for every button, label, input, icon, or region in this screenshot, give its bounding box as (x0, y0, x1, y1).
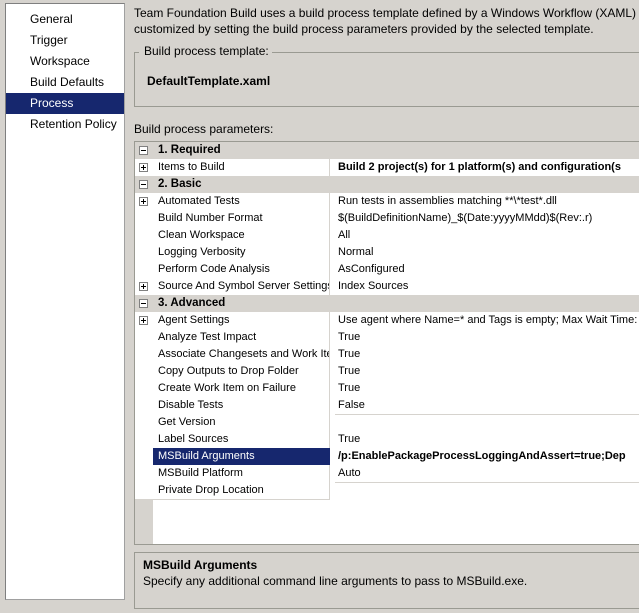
grid-property-row[interactable]: Automated Tests Run tests in assemblies m… (135, 193, 639, 211)
grid-row-value[interactable]: Auto (335, 465, 639, 483)
settings-nav-list: General Trigger Workspace Build Defaults Pro… (6, 9, 124, 135)
grid-property-row[interactable]: Logging Verbosity Normal (135, 244, 639, 262)
grid-row-name[interactable]: Get Version (153, 414, 330, 432)
collapse-minus-icon[interactable] (139, 180, 148, 189)
grid-property-row[interactable]: Get Version (135, 414, 639, 432)
grid-property-row[interactable]: Clean Workspace All (135, 227, 639, 245)
grid-row-value[interactable]: True (335, 329, 639, 347)
grid-property-row[interactable]: Items to Build Build 2 project(s) for 1 p… (135, 159, 639, 177)
intro-description: Team Foundation Build uses a build proce… (134, 5, 639, 37)
collapse-minus-icon[interactable] (139, 299, 148, 308)
collapse-minus-icon[interactable] (139, 146, 148, 155)
intro-line-2: customized by setting the build process … (134, 22, 594, 36)
grid-property-row[interactable]: Label Sources True (135, 431, 639, 449)
grid-property-row[interactable]: MSBuild Platform Auto (135, 465, 639, 483)
grid-row-value[interactable]: Normal (335, 244, 639, 262)
grid-category-row[interactable]: 3. Advanced (135, 295, 639, 312)
grid-property-row[interactable]: MSBuild Arguments/p:EnablePackageProcess… (135, 448, 639, 466)
property-description-pane: MSBuild Arguments Specify any additional… (134, 552, 639, 609)
grid-row-name[interactable]: Source And Symbol Server Settings (153, 278, 330, 296)
build-process-template-value[interactable]: DefaultTemplate.xaml (147, 74, 270, 88)
sidebar-item-build-defaults[interactable]: Build Defaults (6, 72, 124, 93)
grid-row-name[interactable]: Clean Workspace (153, 227, 330, 245)
grid-row-value[interactable]: $(BuildDefinitionName)_$(Date:yyyyMMdd)$… (335, 210, 639, 228)
expand-plus-icon[interactable] (139, 282, 148, 291)
grid-row-name[interactable]: Copy Outputs to Drop Folder (153, 363, 330, 381)
build-process-parameters-label: Build process parameters: (134, 122, 274, 136)
grid-row-value[interactable]: True (335, 380, 639, 398)
grid-row-name[interactable]: Perform Code Analysis (153, 261, 330, 279)
grid-property-row[interactable]: Private Drop Location (135, 482, 639, 500)
grid-row-name[interactable]: Agent Settings (153, 312, 330, 330)
process-content-pane: Team Foundation Build uses a build proce… (131, 0, 639, 613)
sidebar-item-workspace[interactable]: Workspace (6, 51, 124, 72)
grid-row-value[interactable]: Use agent where Name=* and Tags is empty… (335, 312, 639, 330)
grid-row-value[interactable]: False (335, 397, 639, 415)
grid-row-name[interactable]: Items to Build (153, 159, 330, 177)
grid-row-value[interactable]: Run tests in assemblies matching **\*tes… (335, 193, 639, 211)
grid-property-row[interactable]: Associate Changesets and Work Items True (135, 346, 639, 364)
expand-plus-icon[interactable] (139, 163, 148, 172)
grid-property-row[interactable]: Agent Settings Use agent where Name=* and… (135, 312, 639, 330)
intro-line-1: Team Foundation Build uses a build proce… (134, 6, 639, 20)
grid-property-row[interactable]: Perform Code Analysis AsConfigured (135, 261, 639, 279)
grid-property-row[interactable]: Source And Symbol Server Settings Index S… (135, 278, 639, 296)
grid-property-row[interactable]: Analyze Test Impact True (135, 329, 639, 347)
grid-row-value[interactable]: AsConfigured (335, 261, 639, 279)
grid-row-value[interactable]: Build 2 project(s) for 1 platform(s) and… (335, 159, 639, 177)
grid-row-name[interactable]: 1. Required (153, 142, 335, 159)
grid-row-value[interactable]: All (335, 227, 639, 245)
grid-row-value[interactable]: Index Sources (335, 278, 639, 296)
grid-category-row[interactable]: 1. Required (135, 142, 639, 159)
build-definition-process-page: General Trigger Workspace Build Defaults Pro… (0, 0, 639, 613)
grid-row-name[interactable]: Logging Verbosity (153, 244, 330, 262)
grid-row-name[interactable]: Analyze Test Impact (153, 329, 330, 347)
grid-row-value[interactable]: /p:EnablePackageProcessLoggingAndAssert=… (335, 448, 639, 466)
grid-row-value[interactable]: True (335, 346, 639, 364)
expand-plus-icon[interactable] (139, 316, 148, 325)
grid-category-row[interactable]: 2. Basic (135, 176, 639, 193)
grid-row-name[interactable]: MSBuild Arguments (153, 448, 330, 466)
grid-row-name[interactable]: Private Drop Location (153, 482, 330, 500)
grid-row-name[interactable]: 3. Advanced (153, 295, 335, 312)
property-description-text: Specify any additional command line argu… (143, 574, 528, 588)
grid-row-name[interactable]: Disable Tests (153, 397, 330, 415)
grid-property-row[interactable]: Create Work Item on Failure True (135, 380, 639, 398)
sidebar-item-general[interactable]: General (6, 9, 124, 30)
grid-property-row[interactable]: Build Number Format $(BuildDefinitionName… (135, 210, 639, 228)
grid-row-name[interactable]: Label Sources (153, 431, 330, 449)
grid-row-name[interactable]: 2. Basic (153, 176, 335, 193)
grid-row-name[interactable]: Automated Tests (153, 193, 330, 211)
expand-plus-icon[interactable] (139, 197, 148, 206)
settings-nav-pane: General Trigger Workspace Build Defaults Pro… (5, 3, 125, 600)
grid-row-name[interactable]: Associate Changesets and Work Items (153, 346, 330, 364)
grid-row-name[interactable]: MSBuild Platform (153, 465, 330, 483)
grid-row-value[interactable]: True (335, 431, 639, 449)
grid-property-row[interactable]: Disable Tests False (135, 397, 639, 415)
sidebar-item-retention-policy[interactable]: Retention Policy (6, 114, 124, 135)
grid-row-value[interactable]: True (335, 363, 639, 381)
build-process-template-groupbox: DefaultTemplate.xaml (134, 52, 639, 107)
grid-rows: 1. Required Items to Build Build 2 project… (135, 142, 639, 500)
sidebar-item-trigger[interactable]: Trigger (6, 30, 124, 51)
grid-row-name[interactable]: Create Work Item on Failure (153, 380, 330, 398)
grid-row-value[interactable] (335, 414, 639, 415)
build-process-parameters-grid[interactable]: 1. Required Items to Build Build 2 project… (134, 141, 639, 545)
grid-row-name[interactable]: Build Number Format (153, 210, 330, 228)
property-description-title: MSBuild Arguments (143, 558, 258, 572)
sidebar-item-process[interactable]: Process (6, 93, 124, 114)
grid-row-value[interactable] (335, 482, 639, 483)
grid-property-row[interactable]: Copy Outputs to Drop Folder True (135, 363, 639, 381)
